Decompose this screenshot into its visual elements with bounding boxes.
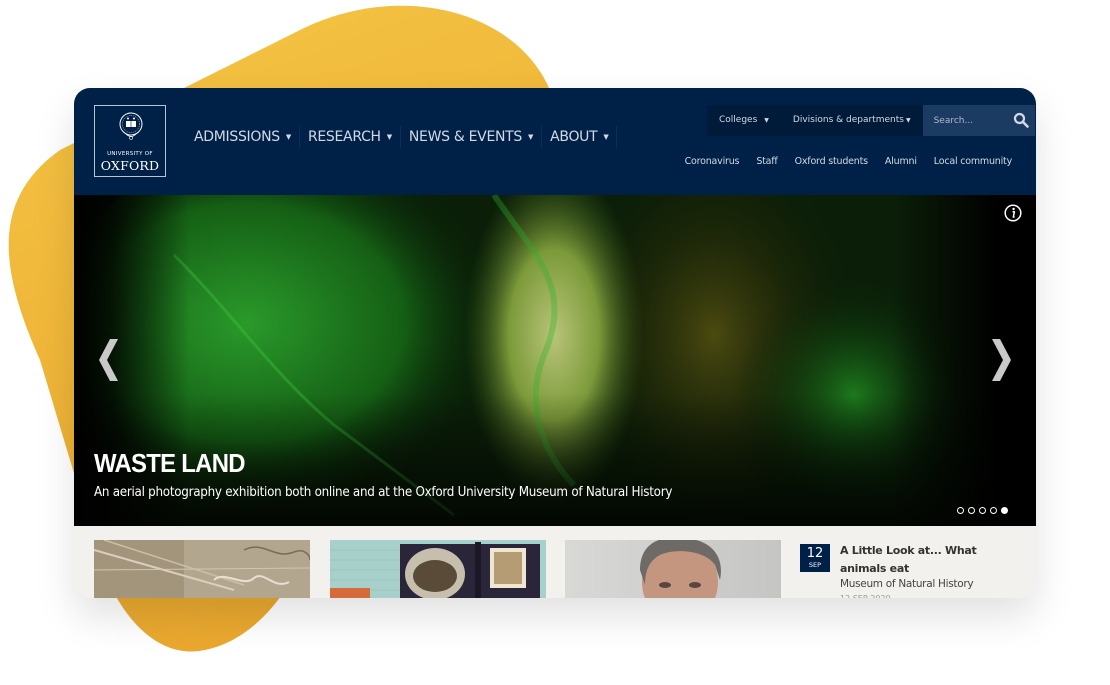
link-oxford-students[interactable]: Oxford students (795, 156, 869, 167)
nav-about-label: ABOUT (550, 129, 598, 145)
nav-research-label: RESEARCH (307, 129, 381, 145)
caret-down-icon: ▼ (603, 133, 609, 141)
link-staff[interactable]: Staff (756, 156, 777, 167)
link-coronavirus[interactable]: Coronavirus (685, 156, 740, 167)
nav-admissions[interactable]: ADMISSIONS ▼ (186, 126, 300, 148)
caret-down-icon: ▼ (764, 117, 769, 124)
search-input[interactable] (931, 114, 1016, 127)
logo-university-of: UNIVERSITY OF (107, 151, 153, 157)
divisions-dropdown[interactable]: Divisions & departments ▼ (781, 105, 923, 136)
carousel-dot-4[interactable] (990, 507, 997, 514)
utility-toolbar: Colleges ▼ Divisions & departments ▼ (707, 105, 1035, 136)
link-local-community[interactable]: Local community (934, 156, 1012, 167)
featured-cards: 12 SEP A Little Look at... What animals … (74, 526, 1036, 598)
photo-album-thumbnail[interactable] (330, 540, 546, 598)
search-icon[interactable] (1013, 112, 1029, 128)
logo-oxford: OXFORD (100, 158, 160, 173)
event-month: SEP (808, 561, 822, 569)
colleges-label: Colleges (719, 115, 758, 125)
main-navigation: ADMISSIONS ▼ RESEARCH ▼ NEWS & EVENTS ▼ … (186, 126, 618, 148)
carousel-dot-3[interactable] (979, 507, 986, 514)
hero-carousel: WASTE LAND An aerial photography exhibit… (74, 195, 1036, 526)
nav-research[interactable]: RESEARCH ▼ (300, 126, 401, 148)
nav-news-events[interactable]: NEWS & EVENTS ▼ (401, 126, 543, 148)
hero-subtitle: An aerial photography exhibition both on… (94, 485, 673, 500)
carousel-dot-5-active[interactable] (1001, 507, 1008, 514)
chevron-left-icon[interactable] (98, 337, 124, 383)
event-day: 12 (806, 546, 824, 561)
divisions-label: Divisions & departments (792, 115, 904, 125)
nav-admissions-label: ADMISSIONS (194, 129, 280, 145)
caret-down-icon: ▼ (386, 133, 392, 141)
oxford-logo[interactable]: UNIVERSITY OF OXFORD (94, 105, 166, 177)
portrait-thumbnail[interactable] (565, 540, 781, 598)
link-alumni[interactable]: Alumni (885, 156, 917, 167)
aerial-map-thumbnail[interactable] (94, 540, 310, 598)
carousel-pagination (957, 507, 1008, 514)
secondary-navigation: Coronavirus Staff Oxford students Alumni… (668, 156, 1013, 167)
nav-about[interactable]: ABOUT ▼ (542, 126, 618, 148)
caret-down-icon: ▼ (285, 133, 291, 141)
site-header: UNIVERSITY OF OXFORD ADMISSIONS ▼ RESEAR… (74, 88, 1036, 195)
carousel-dot-1[interactable] (957, 507, 964, 514)
colleges-dropdown[interactable]: Colleges ▼ (707, 105, 781, 136)
event-date-badge: 12 SEP (800, 544, 830, 572)
nav-news-events-label: NEWS & EVENTS (408, 129, 523, 145)
info-icon[interactable] (1004, 204, 1022, 222)
event-date: 12 SEP 2020 (840, 594, 891, 598)
browser-page: UNIVERSITY OF OXFORD ADMISSIONS ▼ RESEAR… (74, 88, 1036, 598)
caret-down-icon: ▼ (528, 133, 534, 141)
search-box (922, 105, 1035, 136)
chevron-right-icon[interactable] (986, 337, 1012, 383)
hero-title[interactable]: WASTE LAND (94, 448, 246, 479)
carousel-dot-2[interactable] (968, 507, 975, 514)
event-location: Museum of Natural History (840, 578, 974, 590)
caret-down-icon: ▼ (905, 117, 911, 124)
university-crest-icon (119, 112, 143, 140)
event-title[interactable]: A Little Look at... What animals eat (840, 542, 1015, 578)
